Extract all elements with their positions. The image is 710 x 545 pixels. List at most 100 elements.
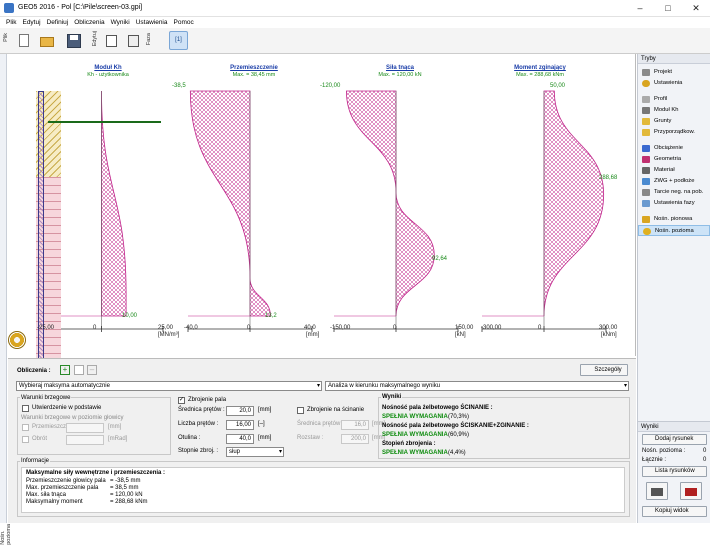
szczegoly-button[interactable]: Szczegóły [580,364,628,376]
chart4-tick-min: -300,00 [481,325,502,331]
nav-material[interactable]: Materiał [638,165,710,176]
przemieszczenie-unit: [mm] [108,424,122,430]
informacje-text-box: Maksymalne siły wewnętrzne i przemieszcz… [21,467,625,513]
window-title: GEO5 2016 - Pol [C:\Pile\screen-03.gpi] [18,4,143,11]
chart2-series-area [189,90,271,317]
info-row-value: = 288,68 kNm [110,499,148,505]
stopien-zbroj-dropdown[interactable]: słup ▾ [226,447,284,457]
chart4-unit: [kNm] [601,332,617,338]
nav-zwg-podloze[interactable]: ZWG + podłoże [638,176,710,187]
info-row-value: = 38,5 mm [110,485,139,491]
nav-grunty[interactable]: Grunty [638,116,710,127]
add-analysis-icon[interactable]: + [60,365,70,375]
wyniki-line-1: Nośność pala żelbetowego ŚCINANIE : [382,405,493,411]
friction-icon [642,189,650,196]
print-button[interactable] [646,482,668,500]
wyniki-title: Wyniki [381,394,403,400]
edit-analysis-icon[interactable] [74,365,84,375]
liczba-pretow-unit: [–] [258,421,265,427]
copy-data-button[interactable] [102,31,121,50]
nav-obciazenie[interactable]: Obciążenie [638,143,710,154]
nav-ustawienia-fazy[interactable]: Ustawienia fazy [638,198,710,209]
srednica-strzemion-label: Średnica prętów : [297,421,344,427]
app-icon [4,3,14,13]
menu-obliczenia[interactable]: Obliczenia [74,17,104,28]
chart1-subtitle: Kh - użytkownika [87,72,129,78]
wyniki-status-3: SPEŁNIA WYMAGANIA [382,450,448,456]
info-row-value: = 120,00 kN [110,492,143,498]
menu-plik[interactable]: Plik [6,17,16,28]
wyniki-status-1: SPEŁNIA WYMAGANIA [382,414,448,420]
copy-view-button[interactable]: Kopiuj widok [642,506,707,517]
print-pdf-button[interactable] [680,482,702,500]
vertical-capacity-icon [642,216,650,223]
chart3-title: Siła tnąca [385,65,414,71]
wyniki-pct-1: (70,3%) [448,414,470,420]
stopien-zbroj-label: Stopnie zbroj. : [178,448,219,454]
info-row-label: Przemieszczenie głowicy pala [26,478,106,484]
obrot-checkbox[interactable] [22,436,29,443]
analysis-direction-dropdown[interactable]: Analiza w kierunku maksymalnego wyniku ▾ [325,381,629,391]
picture-list-button[interactable]: Lista rysunków [642,466,707,477]
settings-gear-icon[interactable] [8,331,26,349]
close-button[interactable]: ✕ [682,0,710,17]
utwierdzenie-label: Utwierdzenie w podstawie [32,405,102,411]
liczba-pretow-input[interactable]: 16,00 [226,420,254,430]
chart1-tick-zero: 0 [93,325,97,331]
nav-ustawienia[interactable]: Ustawienia [638,78,710,89]
menu-pomoc[interactable]: Pomoc [174,17,194,28]
srednica-strzemion-input[interactable]: 16,0 [341,420,369,430]
chart4-value-label: 288,68 [599,175,618,181]
chart4-top-value: 50,00 [550,83,566,89]
menu-definiuj[interactable]: Definiuj [47,17,69,28]
chart3-tick-min: -150,00 [330,325,351,331]
nav-modul-kh[interactable]: Moduł Kh [638,105,710,116]
maximize-button[interactable]: □ [654,0,682,17]
liczba-pretow-label: Liczba prętów : [178,421,219,427]
stage-side-label: Nośn. pozioma [0,523,12,545]
zbrojenie-scinanie-checkbox[interactable] [297,407,304,414]
menu-ustawienia[interactable]: Ustawienia [136,17,168,28]
otulina-input[interactable]: 40,0 [226,434,254,444]
right-panel: Tryby Projekt Ustawienia Profil Moduł Kh… [637,54,710,523]
rozstaw-input[interactable]: 200,0 [341,434,369,444]
nav-nosn-pozioma[interactable]: Nośn. pozioma [638,225,710,236]
nosn-pozioma-count-label: Nośn. pozioma : [642,448,686,454]
save-file-button[interactable] [64,31,83,50]
zbrojenie-pala-checkbox[interactable]: ✓ [178,397,185,404]
chart1-unit: [MN/m³] [158,332,180,338]
nav-geometria[interactable]: Geometria [638,154,710,165]
nav-projekt[interactable]: Projekt [638,67,710,78]
add-picture-button[interactable]: Dodaj rysunek [642,434,707,445]
chart-area: Moduł Kh Kh - użytkownika Przemieszczeni… [8,54,636,370]
obrot-input[interactable] [66,435,104,445]
przemieszczenie-label: Przemieszcz. [32,424,68,430]
informacje-title: Informacje [20,458,51,464]
nav-tarcie-neg[interactable]: Tarcie neg. na pob. [638,187,710,198]
chart1-title: Moduł Kh [94,65,122,71]
nav-nosn-pionowa[interactable]: Nośn. pionowa [638,214,710,225]
wyniki-panel: Wyniki Dodaj rysunek Nośn. pozioma : 0 Ł… [638,421,710,523]
paste-data-button[interactable] [124,31,143,50]
wyniki-line-2: Nośność pala żelbetowego ŚCISKANIE+ZGINA… [382,423,529,429]
open-file-button[interactable] [37,31,56,50]
menu-wyniki[interactable]: Wyniki [111,17,130,28]
chart4-tick-max: 300,00 [599,325,618,331]
przemieszczenie-input[interactable] [66,423,104,433]
nav-profil[interactable]: Profil [638,94,710,105]
new-file-button[interactable] [14,31,33,50]
rozstaw-label: Rozstaw : [297,435,324,441]
menu-edytuj[interactable]: Edytuj [22,17,40,28]
chart2-value-label: 13,2 [265,313,277,319]
minimize-button[interactable]: – [626,0,654,17]
utwierdzenie-checkbox[interactable] [22,405,29,412]
load-icon [642,145,650,152]
zbrojenie-pala-label: Zbrojenie pala [188,397,227,403]
przemieszczenie-checkbox[interactable] [22,424,29,431]
wyniki-line-3: Stopień zbrojenia : [382,441,436,447]
max-selection-dropdown[interactable]: Wybieraj maksyma automatycznie ▾ [16,381,322,391]
remove-analysis-icon[interactable]: – [87,365,97,375]
stage-1-button[interactable]: [1] [169,31,188,50]
nav-przyporzadkowanie[interactable]: Przyporządkow. [638,127,710,138]
srednica-pretow-input[interactable]: 20,0 [226,406,254,416]
